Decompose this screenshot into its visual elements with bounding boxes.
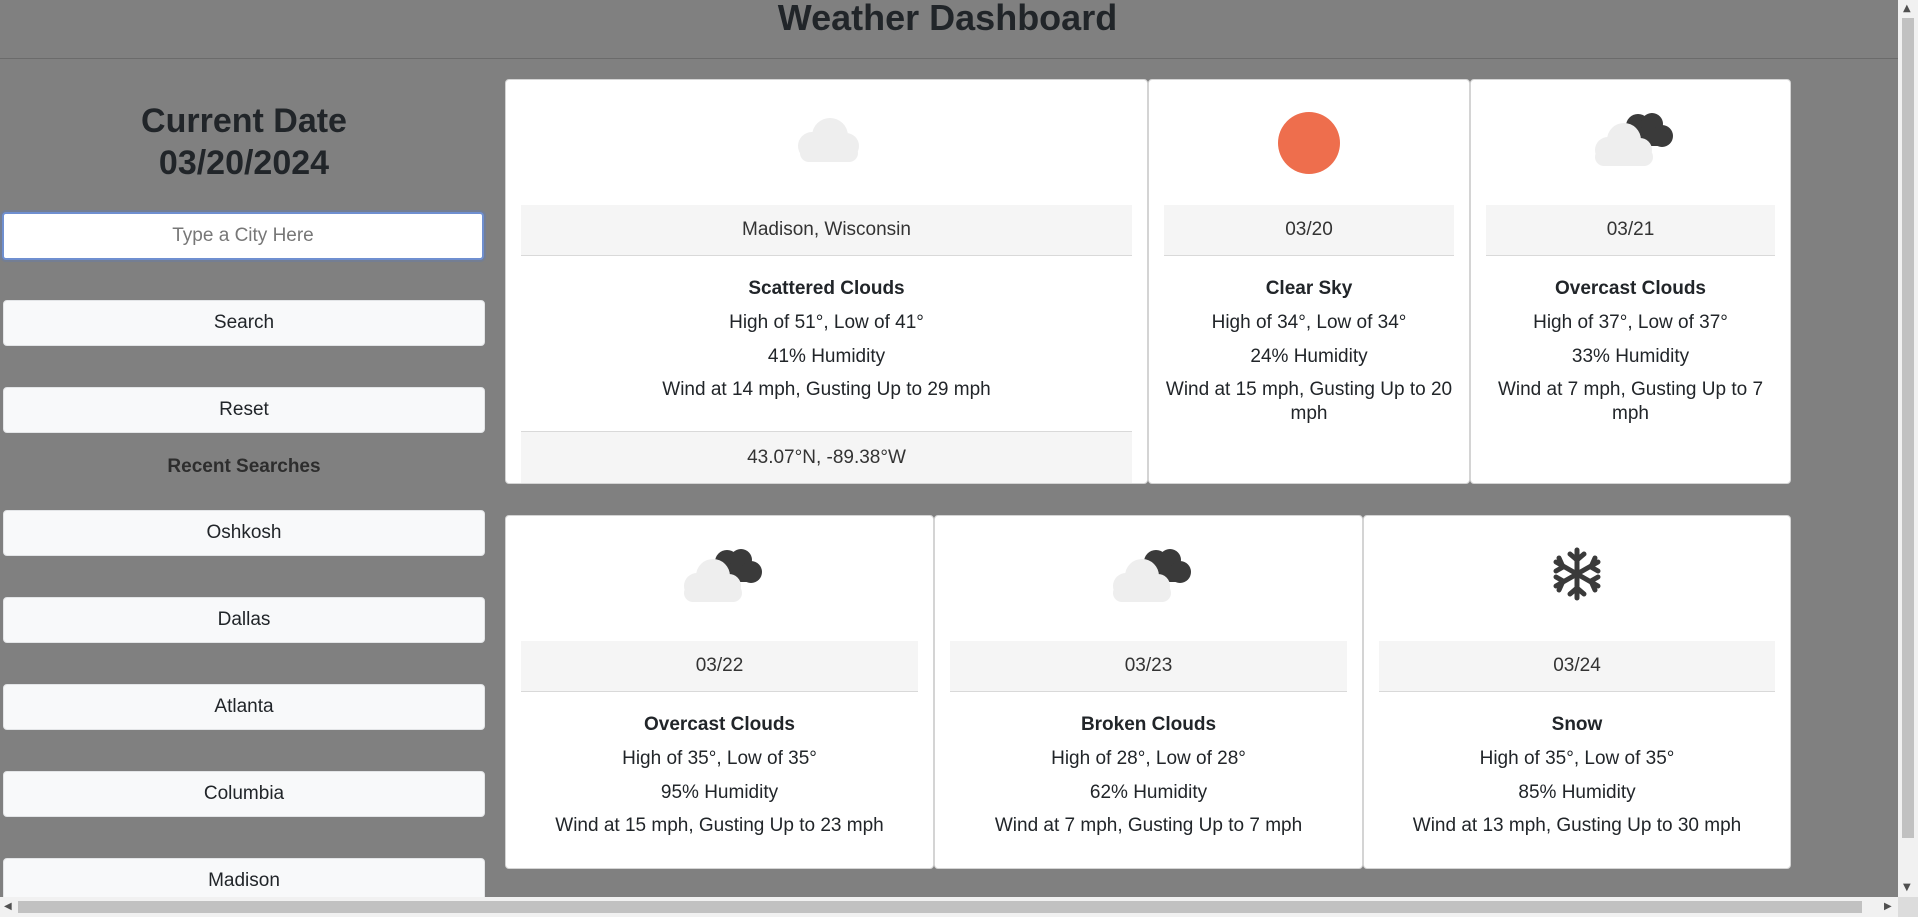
forecast-condition: Clear Sky [1265,278,1353,299]
snowflake-icon [1364,544,1790,614]
broken-clouds-icon [935,544,1362,614]
forecast-humidity: 85% Humidity [1518,782,1636,803]
search-button[interactable]: Search [3,300,485,346]
current-weather-card: Madison, Wisconsin Scattered Clouds High… [505,79,1148,484]
forecast-wind: Wind at 15 mph, Gusting Up to 23 mph [555,815,884,836]
current-condition: Scattered Clouds [748,278,905,299]
forecast-condition: Snow [1551,714,1603,735]
forecast-temps: High of 37°, Low of 37° [1533,312,1728,333]
forecast-details: Clear Sky High of 34°, Low of 34° 24% Hu… [1164,276,1454,426]
current-location: Madison, Wisconsin [521,205,1132,256]
forecast-date: 03/21 [1486,205,1775,256]
forecast-wind: Wind at 13 mph, Gusting Up to 30 mph [1412,815,1742,836]
recent-search-button[interactable]: Columbia [3,771,485,817]
scroll-right-arrow-icon[interactable]: ▶ [1884,902,1892,912]
forecast-temps: High of 34°, Low of 34° [1211,312,1407,333]
current-details: Scattered Clouds High of 51°, Low of 41°… [521,276,1132,402]
overcast-clouds-icon [506,544,933,614]
forecast-card: 03/20 Clear Sky High of 34°, Low of 34° … [1148,79,1470,484]
current-date: Current Date 03/20/2024 [0,100,488,184]
forecast-wind: Wind at 7 mph, Gusting Up to 7 mph [994,815,1303,836]
forecast-date: 03/22 [521,641,918,692]
scroll-left-arrow-icon[interactable]: ◀ [4,902,12,912]
reset-button[interactable]: Reset [3,387,485,433]
forecast-wind: Wind at 15 mph, Gusting Up to 20 mph [1165,379,1453,424]
recent-search-button[interactable]: Dallas [3,597,485,643]
forecast-card: 03/23 Broken Clouds High of 28°, Low of … [934,515,1363,869]
city-search-input[interactable] [2,212,484,260]
forecast-condition: Broken Clouds [1080,714,1217,735]
forecast-date: 03/24 [1379,641,1775,692]
scattered-clouds-icon [506,108,1147,178]
forecast-details: Overcast Clouds High of 37°, Low of 37° … [1486,276,1775,426]
forecast-condition: Overcast Clouds [1555,278,1706,299]
forecast-date: 03/20 [1164,205,1454,256]
page-title: Weather Dashboard [777,0,1118,38]
forecast-temps: High of 35°, Low of 35° [1479,748,1675,769]
scrollbar-corner [1898,897,1918,917]
forecast-details: Overcast Clouds High of 35°, Low of 35° … [521,712,918,838]
forecast-card: 03/22 Overcast Clouds High of 35°, Low o… [505,515,934,869]
horizontal-scroll-thumb[interactable] [18,901,1862,913]
recent-search-button[interactable]: Atlanta [3,684,485,730]
forecast-temps: High of 35°, Low of 35° [622,748,817,769]
current-date-value: 03/20/2024 [158,144,330,182]
recent-searches-title: Recent Searches [167,456,321,477]
header-bar: Weather Dashboard [0,0,1898,59]
current-coordinates: 43.07°N, -89.38°W [521,431,1132,483]
current-humidity: 41% Humidity [767,346,886,367]
scroll-down-arrow-icon[interactable]: ▼ [1903,883,1911,893]
forecast-date: 03/23 [950,641,1347,692]
forecast-condition: Overcast Clouds [644,714,795,735]
forecast-temps: High of 28°, Low of 28° [1051,748,1246,769]
overcast-clouds-icon [1471,108,1790,178]
forecast-humidity: 62% Humidity [1089,782,1208,803]
vertical-scrollbar[interactable]: ▲ ▼ [1898,0,1918,897]
current-temps: High of 51°, Low of 41° [729,312,924,333]
recent-search-button[interactable]: Oshkosh [3,510,485,556]
sun-icon [1149,108,1469,178]
forecast-humidity: 95% Humidity [660,782,779,803]
current-date-label: Current Date [141,102,347,140]
scroll-up-arrow-icon[interactable]: ▲ [1903,4,1911,14]
forecast-humidity: 24% Humidity [1250,346,1368,367]
forecast-details: Snow High of 35°, Low of 35° 85% Humidit… [1379,712,1775,838]
horizontal-scrollbar[interactable]: ◀ ▶ [0,897,1898,917]
forecast-humidity: 33% Humidity [1571,346,1690,367]
forecast-wind: Wind at 7 mph, Gusting Up to 7 mph [1497,379,1764,424]
forecast-card: 03/21 Overcast Clouds High of 37°, Low o… [1470,79,1791,484]
forecast-card: 03/24 Snow High of 35°, Low of 35° 85% H… [1363,515,1791,869]
current-wind: Wind at 14 mph, Gusting Up to 29 mph [662,379,991,400]
vertical-scroll-thumb[interactable] [1902,18,1914,838]
forecast-details: Broken Clouds High of 28°, Low of 28° 62… [950,712,1347,838]
